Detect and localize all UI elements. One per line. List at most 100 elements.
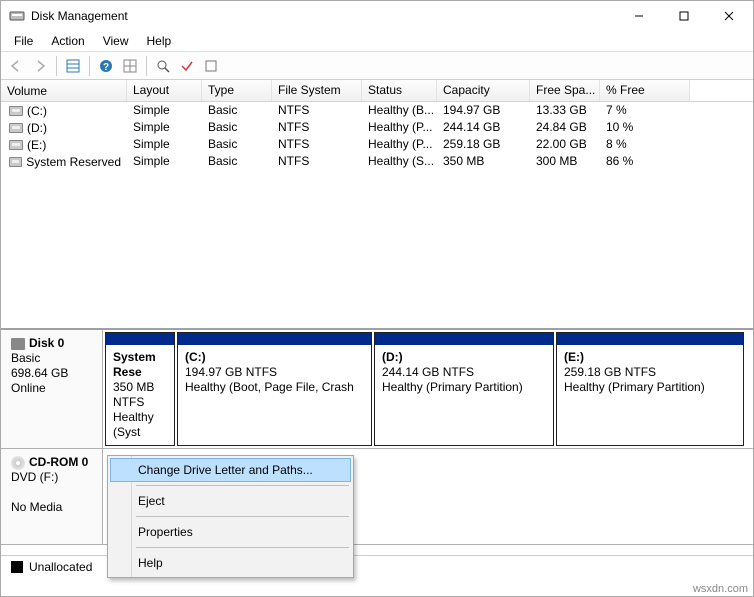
col-volume[interactable]: Volume — [1, 80, 127, 101]
table-row[interactable]: (C:)SimpleBasicNTFSHealthy (B...194.97 G… — [1, 102, 753, 119]
type-cell: Basic — [202, 102, 272, 119]
disk-info-line: DVD (F:) — [11, 470, 94, 485]
menu-view[interactable]: View — [94, 32, 138, 50]
close-button[interactable] — [706, 2, 751, 30]
menu-file[interactable]: File — [5, 32, 42, 50]
fs-cell: NTFS — [272, 153, 362, 170]
refresh-icon[interactable] — [200, 55, 222, 77]
partition[interactable]: (D:)244.14 GB NTFSHealthy (Primary Parti… — [374, 332, 554, 446]
partition-status: Healthy (Syst — [113, 410, 154, 439]
col-status[interactable]: Status — [362, 80, 437, 101]
disk-row: Disk 0Basic698.64 GBOnlineSystem Rese350… — [1, 330, 753, 449]
col-pctfree[interactable]: % Free — [600, 80, 690, 101]
app-icon — [9, 8, 25, 24]
context-menu-item[interactable]: Change Drive Letter and Paths... — [110, 458, 351, 482]
context-menu-item[interactable]: Eject — [110, 489, 351, 513]
disk-title: Disk 0 — [29, 336, 64, 351]
back-icon[interactable] — [5, 55, 27, 77]
cd-icon — [11, 456, 25, 470]
disk-info-line: Basic — [11, 351, 94, 366]
layout-cell: Simple — [127, 119, 202, 136]
forward-icon[interactable] — [29, 55, 51, 77]
type-cell: Basic — [202, 136, 272, 153]
pct-cell: 10 % — [600, 119, 690, 136]
volume-name: (E:) — [27, 138, 46, 152]
maximize-button[interactable] — [661, 2, 706, 30]
context-menu-separator — [136, 547, 349, 548]
grid-icon[interactable] — [119, 55, 141, 77]
partition-status: Healthy (Boot, Page File, Crash — [185, 380, 354, 394]
partition-title: (C:) — [185, 350, 206, 364]
watermark: wsxdn.com — [693, 583, 748, 595]
fs-cell: NTFS — [272, 102, 362, 119]
free-cell: 24.84 GB — [530, 119, 600, 136]
disk-label[interactable]: CD-ROM 0DVD (F:) No Media — [1, 449, 103, 544]
capacity-cell: 194.97 GB — [437, 102, 530, 119]
disk-label[interactable]: Disk 0Basic698.64 GBOnline — [1, 330, 103, 448]
free-cell: 22.00 GB — [530, 136, 600, 153]
partition-status: Healthy (Primary Partition) — [382, 380, 523, 394]
menu-help[interactable]: Help — [138, 32, 181, 50]
volume-name: System Reserved — [26, 155, 121, 169]
drive-icon — [9, 123, 23, 133]
status-cell: Healthy (S... — [362, 153, 437, 170]
status-cell: Healthy (P... — [362, 119, 437, 136]
capacity-cell: 350 MB — [437, 153, 530, 170]
list-view-icon[interactable] — [62, 55, 84, 77]
partition-header-bar — [557, 333, 743, 345]
table-row[interactable]: (D:) SimpleBasicNTFSHealthy (P...244.14 G… — [1, 119, 753, 136]
drive-icon — [9, 140, 23, 150]
col-freespace[interactable]: Free Spa... — [530, 80, 600, 101]
volume-list-pane: Volume Layout Type File System Status Ca… — [1, 80, 753, 330]
context-menu-item[interactable]: Help — [110, 551, 351, 575]
context-menu-item[interactable]: Properties — [110, 520, 351, 544]
search-icon[interactable] — [152, 55, 174, 77]
table-row[interactable]: (E:)SimpleBasicNTFSHealthy (P...259.18 G… — [1, 136, 753, 153]
pct-cell: 8 % — [600, 136, 690, 153]
window-title: Disk Management — [31, 9, 616, 23]
disk-info-line: 698.64 GB — [11, 366, 94, 381]
col-type[interactable]: Type — [202, 80, 272, 101]
disk-icon — [11, 338, 25, 350]
table-row[interactable]: System Reserved SimpleBasicNTFSHealthy (S… — [1, 153, 753, 170]
partition-header-bar — [178, 333, 371, 345]
partition-size: 244.14 GB NTFS — [382, 365, 474, 379]
help-icon[interactable]: ? — [95, 55, 117, 77]
volume-list-body[interactable]: (C:)SimpleBasicNTFSHealthy (B...194.97 G… — [1, 102, 753, 328]
menubar: File Action View Help — [1, 31, 753, 52]
svg-text:?: ? — [103, 62, 109, 73]
check-icon[interactable] — [176, 55, 198, 77]
fs-cell: NTFS — [272, 136, 362, 153]
partition-size: 350 MB NTFS — [113, 380, 154, 409]
col-layout[interactable]: Layout — [127, 80, 202, 101]
volume-name: (D:) — [27, 121, 47, 135]
partition[interactable]: System Rese350 MB NTFSHealthy (Syst — [105, 332, 175, 446]
menu-action[interactable]: Action — [42, 32, 93, 50]
volume-header-row: Volume Layout Type File System Status Ca… — [1, 80, 753, 102]
type-cell: Basic — [202, 119, 272, 136]
layout-cell: Simple — [127, 153, 202, 170]
type-cell: Basic — [202, 153, 272, 170]
toolbar-separator — [146, 56, 147, 76]
free-cell: 13.33 GB — [530, 102, 600, 119]
free-cell: 300 MB — [530, 153, 600, 170]
drive-icon — [9, 157, 22, 167]
partition-size: 194.97 GB NTFS — [185, 365, 277, 379]
disk-partitions: System Rese350 MB NTFSHealthy (Syst(C:)1… — [103, 330, 753, 448]
pct-cell: 7 % — [600, 102, 690, 119]
minimize-button[interactable] — [616, 2, 661, 30]
fs-cell: NTFS — [272, 119, 362, 136]
disk-title: CD-ROM 0 — [29, 455, 88, 470]
capacity-cell: 244.14 GB — [437, 119, 530, 136]
titlebar: Disk Management — [1, 1, 753, 31]
legend-label-unallocated: Unallocated — [29, 560, 92, 574]
col-filesystem[interactable]: File System — [272, 80, 362, 101]
disk-info-line: No Media — [11, 500, 94, 515]
col-capacity[interactable]: Capacity — [437, 80, 530, 101]
context-menu-separator — [136, 485, 349, 486]
partition-title: (E:) — [564, 350, 584, 364]
partition[interactable]: (C:)194.97 GB NTFSHealthy (Boot, Page Fi… — [177, 332, 372, 446]
partition-title: (D:) — [382, 350, 403, 364]
context-menu: Change Drive Letter and Paths... Eject Pro… — [107, 455, 354, 578]
partition[interactable]: (E:)259.18 GB NTFSHealthy (Primary Parti… — [556, 332, 744, 446]
